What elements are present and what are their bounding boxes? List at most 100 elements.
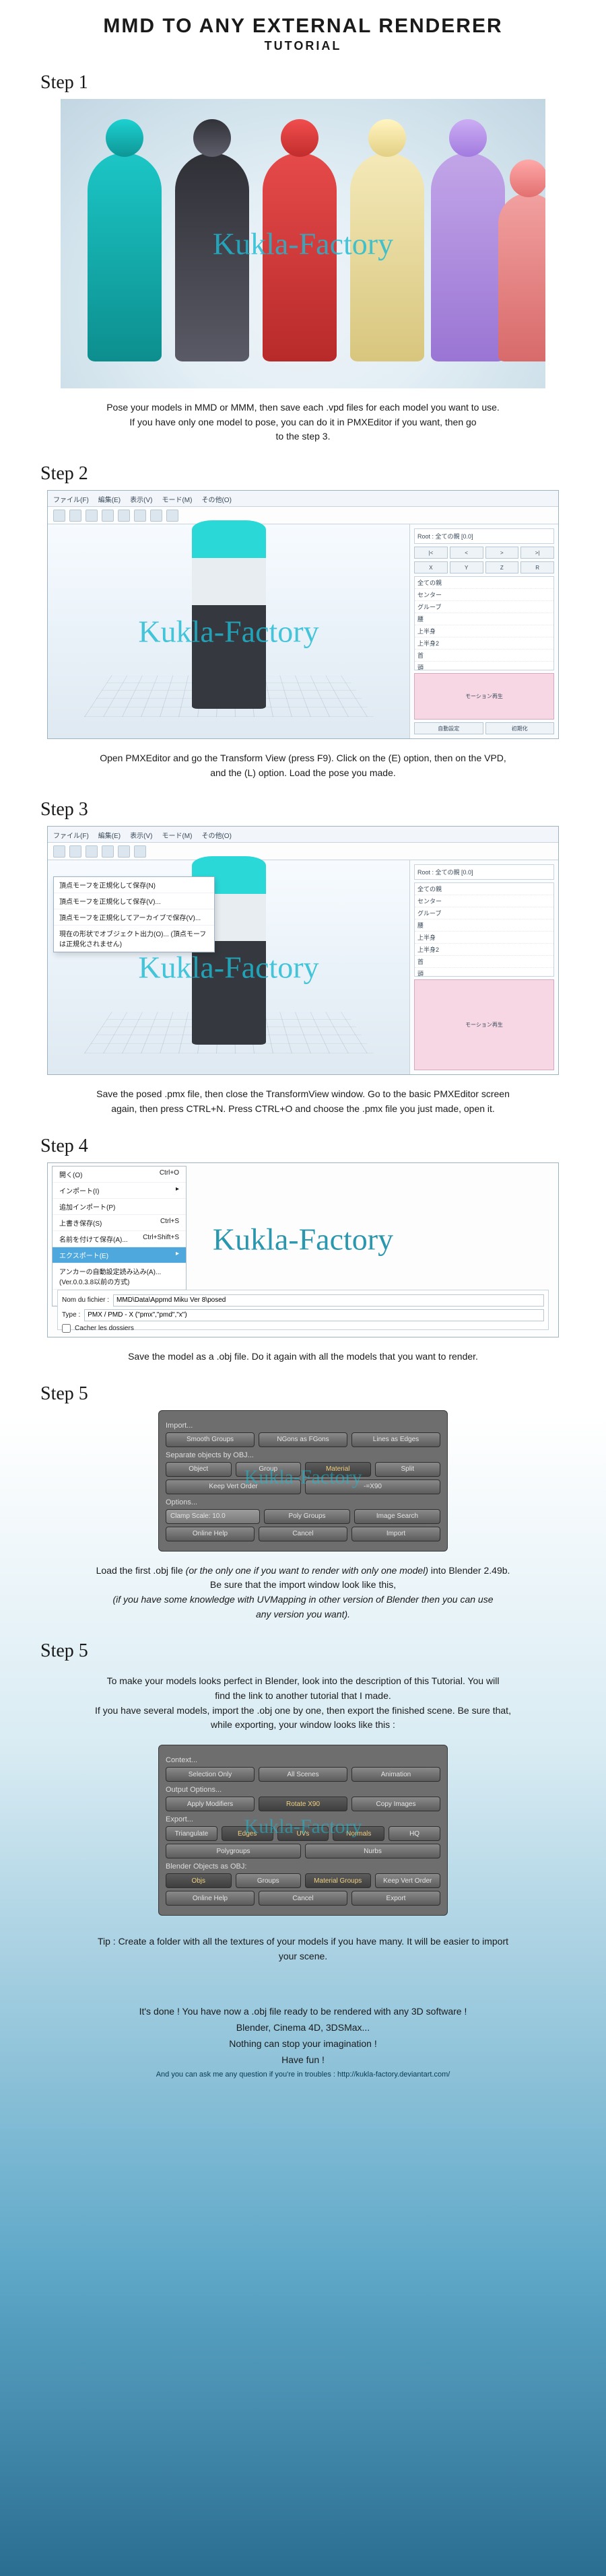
axis-button-y[interactable]: Y: [450, 561, 483, 573]
material-groups-button[interactable]: Material Groups: [305, 1873, 371, 1888]
nurbs-button[interactable]: Nurbs: [305, 1844, 440, 1858]
keep-vert-order-button[interactable]: Keep Vert Order: [375, 1873, 441, 1888]
list-item[interactable]: 首: [415, 956, 553, 968]
ngons-button[interactable]: NGons as FGons: [259, 1432, 347, 1447]
axis-button-r[interactable]: R: [520, 561, 554, 573]
nav-button[interactable]: >|: [520, 547, 554, 559]
list-item[interactable]: 上半身: [415, 932, 553, 944]
pmx-viewport[interactable]: Kukla-Factory: [48, 524, 410, 738]
list-item[interactable]: 頭: [415, 662, 553, 670]
motion-play-button[interactable]: モーション再生: [414, 979, 554, 1070]
lines-edges-button[interactable]: Lines as Edges: [351, 1432, 440, 1447]
toolbar-icon[interactable]: [166, 510, 178, 522]
list-item[interactable]: 上半身: [415, 625, 553, 637]
toolbar-icon[interactable]: [102, 845, 114, 858]
apply-modifiers-button[interactable]: Apply Modifiers: [166, 1797, 255, 1811]
toolbar-icon[interactable]: [118, 510, 130, 522]
dropdown-item[interactable]: 現在の形状でオブジェクト出力(O)... (頂点モーフは正規化されません): [54, 926, 214, 952]
toolbar-icon[interactable]: [86, 845, 98, 858]
list-item[interactable]: 全ての親: [415, 577, 553, 589]
menu-file[interactable]: ファイル(F): [53, 830, 89, 839]
material-button[interactable]: Material: [305, 1462, 371, 1477]
cancel-button[interactable]: Cancel: [259, 1891, 347, 1906]
list-item[interactable]: グルーブ: [415, 907, 553, 919]
list-item[interactable]: 頭: [415, 968, 553, 977]
edges-button[interactable]: Edges: [222, 1826, 273, 1841]
hq-button[interactable]: HQ: [389, 1826, 440, 1841]
menu-export[interactable]: エクスポート(E)▸: [53, 1247, 186, 1263]
online-help-button[interactable]: Online Help: [166, 1891, 255, 1906]
online-help-button[interactable]: Online Help: [166, 1527, 255, 1541]
normals-button[interactable]: Normals: [333, 1826, 384, 1841]
bone-list[interactable]: 全ての親 センター グルーブ 腰 上半身 上半身2 首 頭 左目 右目: [414, 576, 554, 670]
x90-button[interactable]: -=X90: [305, 1480, 440, 1494]
group-button[interactable]: Group: [236, 1462, 302, 1477]
axis-button-z[interactable]: Z: [485, 561, 519, 573]
nav-button[interactable]: <: [450, 547, 483, 559]
toolbar-icon[interactable]: [118, 845, 130, 858]
outro-link[interactable]: And you can ask me any question if you'r…: [0, 2068, 606, 2081]
menu-save-as[interactable]: 名前を付けて保存(A)...Ctrl+Shift+S: [53, 1231, 186, 1247]
list-item[interactable]: 首: [415, 650, 553, 662]
smooth-groups-button[interactable]: Smooth Groups: [166, 1432, 255, 1447]
list-item[interactable]: 腰: [415, 919, 553, 932]
file-dropdown[interactable]: 頂点モーフを正規化して保存(N) 頂点モーフを正規化して保存(V)... 頂点モ…: [53, 876, 215, 952]
filename-input[interactable]: [113, 1294, 544, 1307]
filetype-select[interactable]: [84, 1309, 544, 1321]
list-item[interactable]: 腰: [415, 613, 553, 625]
menu-edit[interactable]: 編集(E): [98, 494, 121, 503]
menu-open[interactable]: 開く(O)Ctrl+O: [53, 1167, 186, 1183]
all-scenes-button[interactable]: All Scenes: [259, 1767, 347, 1782]
bone-list[interactable]: 全ての親 センター グルーブ 腰 上半身 上半身2 首 頭: [414, 882, 554, 977]
menu-mode[interactable]: モード(M): [162, 494, 192, 503]
cancel-button[interactable]: Cancel: [259, 1527, 347, 1541]
copy-images-button[interactable]: Copy Images: [351, 1797, 440, 1811]
polygroups-button[interactable]: Polygroups: [166, 1844, 301, 1858]
keep-vert-order-button[interactable]: Keep Vert Order: [166, 1480, 301, 1494]
reset-button[interactable]: 初期化: [485, 722, 555, 734]
menu-anchor[interactable]: アンカーの自動設定読み込み(A)... (Ver.0.0.3.8以前の方式): [53, 1263, 186, 1290]
split-button[interactable]: Split: [375, 1462, 441, 1477]
menu-add-import[interactable]: 追加インポート(P): [53, 1199, 186, 1215]
toolbar-icon[interactable]: [134, 510, 146, 522]
menu-save[interactable]: 上書き保存(S)Ctrl+S: [53, 1215, 186, 1231]
menu-other[interactable]: その他(O): [201, 830, 231, 839]
toolbar-icon[interactable]: [86, 510, 98, 522]
selection-only-button[interactable]: Selection Only: [166, 1767, 255, 1782]
menu-mode[interactable]: モード(M): [162, 830, 192, 839]
pmx-viewport[interactable]: 頂点モーフを正規化して保存(N) 頂点モーフを正規化して保存(V)... 頂点モ…: [48, 860, 410, 1074]
animation-button[interactable]: Animation: [351, 1767, 440, 1782]
motion-play-button[interactable]: モーション再生: [414, 673, 554, 720]
toolbar-icon[interactable]: [69, 845, 81, 858]
toolbar-icon[interactable]: [53, 845, 65, 858]
menu-edit[interactable]: 編集(E): [98, 830, 121, 839]
axis-button-x[interactable]: X: [414, 561, 448, 573]
list-item[interactable]: 上半身2: [415, 637, 553, 650]
menu-view[interactable]: 表示(V): [130, 830, 152, 839]
toolbar-icon[interactable]: [53, 510, 65, 522]
dropdown-item[interactable]: 頂点モーフを正規化して保存(N): [54, 877, 214, 893]
clamp-scale-field[interactable]: Clamp Scale: 10.0: [166, 1509, 260, 1524]
nav-button[interactable]: >: [485, 547, 519, 559]
dropdown-item[interactable]: 頂点モーフを正規化して保存(V)...: [54, 893, 214, 909]
list-item[interactable]: 上半身2: [415, 944, 553, 956]
toolbar-icon[interactable]: [102, 510, 114, 522]
image-search-button[interactable]: Image Search: [354, 1509, 440, 1524]
toolbar-icon[interactable]: [134, 845, 146, 858]
triangulate-button[interactable]: Triangulate: [166, 1826, 217, 1841]
list-item[interactable]: センター: [415, 589, 553, 601]
toolbar-icon[interactable]: [150, 510, 162, 522]
groups-button[interactable]: Groups: [236, 1873, 302, 1888]
menu-other[interactable]: その他(O): [201, 494, 231, 503]
list-item[interactable]: 全ての親: [415, 883, 553, 895]
object-button[interactable]: Object: [166, 1462, 232, 1477]
dropdown-item[interactable]: 頂点モーフを正規化してアーカイブで保存(V)...: [54, 909, 214, 926]
objs-button[interactable]: Objs: [166, 1873, 232, 1888]
export-button[interactable]: Export: [351, 1891, 440, 1906]
auto-button[interactable]: 自動設定: [414, 722, 483, 734]
menu-file[interactable]: ファイル(F): [53, 494, 89, 503]
import-button[interactable]: Import: [351, 1527, 440, 1541]
hide-folders-checkbox[interactable]: [62, 1324, 71, 1333]
list-item[interactable]: センター: [415, 895, 553, 907]
rotate-x90-button[interactable]: Rotate X90: [259, 1797, 347, 1811]
